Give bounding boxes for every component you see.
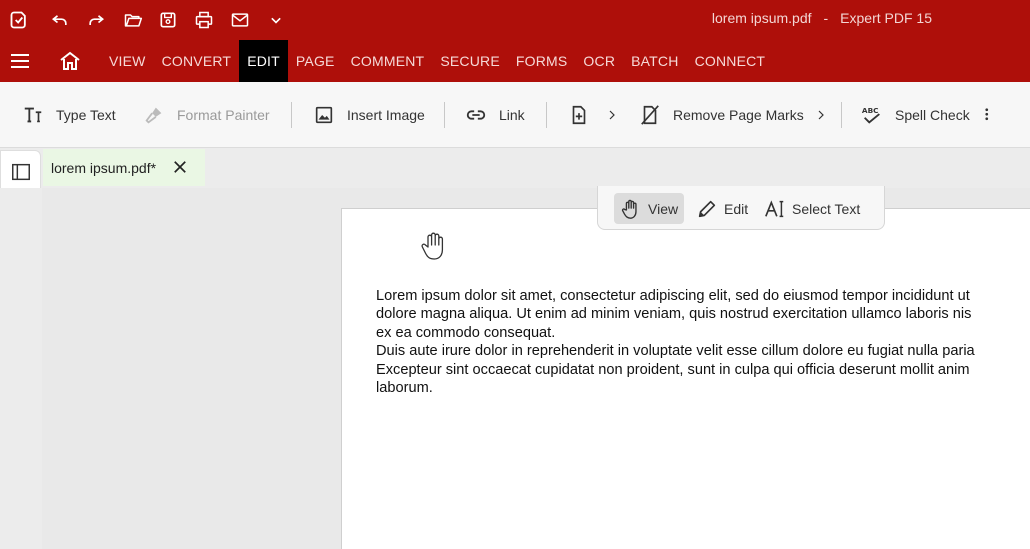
document-tab[interactable]: lorem ipsum.pdf* [43,149,205,186]
text-line: dolore magna aliqua. Ut enim ad minim ve… [376,306,972,323]
type-text-button[interactable]: Type Text [22,102,116,128]
insert-image-button[interactable]: Insert Image [313,102,425,128]
select-text-mode-label: Select Text [792,200,861,217]
edit-mode-label: Edit [724,200,749,217]
chevron-down-icon[interactable] [262,6,290,34]
more-options-icon[interactable] [980,102,998,128]
pdf-page-text: Lorem ipsum dolor sit amet, consectetur … [376,287,1030,397]
pencil-icon [698,200,716,217]
window-title-separator: - [823,10,829,26]
tab-edit[interactable]: EDIT [239,40,288,82]
email-icon[interactable] [226,6,254,34]
undo-icon[interactable] [46,6,74,34]
tab-ocr[interactable]: OCR [575,40,623,82]
tab-forms[interactable]: FORMS [508,40,576,82]
format-painter-button[interactable]: Format Painter [143,102,270,128]
tab-secure[interactable]: SECURE [432,40,508,82]
type-text-label: Type Text [56,107,116,123]
save-icon[interactable] [154,6,182,34]
remove-page-marks-button[interactable]: Remove Page Marks [639,102,804,128]
svg-text:ABC: ABC [862,106,879,115]
link-icon [466,110,486,120]
tab-page[interactable]: PAGE [288,40,343,82]
spell-check-icon: ABC [862,106,880,124]
open-folder-icon[interactable] [119,6,147,34]
ribbon-toolbar: Type Text Format Painter Insert Image Li… [0,82,1030,148]
view-mode-label: View [648,200,679,217]
hand-icon [621,199,637,219]
remove-marks-icon [641,105,659,125]
ribbon-divider [444,102,445,128]
title-bar: lorem ipsum.pdf - Expert PDF 15 [0,0,1030,40]
text-line: Excepteur sint occaecat cupidatat non pr… [376,361,970,378]
add-page-more-chevron-icon[interactable] [604,102,620,128]
tab-batch[interactable]: BATCH [623,40,686,82]
print-icon[interactable] [190,6,218,34]
edit-mode-button[interactable]: Edit [690,193,754,224]
document-tab-title: lorem ipsum.pdf* [51,159,157,176]
window-title: lorem ipsum.pdf - Expert PDF 15 [712,10,932,26]
menu-tabs: VIEW CONVERT EDIT PAGE COMMENT SECURE FO… [101,40,773,82]
ribbon-divider [546,102,547,128]
mode-toolbar: View Edit Select Text [597,186,885,230]
image-icon [315,106,333,124]
add-page-button[interactable] [568,102,602,128]
tab-connect[interactable]: CONNECT [687,40,774,82]
sidebar-panel-icon[interactable] [10,161,32,183]
window-app-name: Expert PDF 15 [840,10,932,26]
format-painter-label: Format Painter [177,107,270,123]
insert-image-label: Insert Image [347,107,425,123]
type-text-icon [24,107,42,123]
text-line: laborum. [376,380,433,397]
remove-page-marks-label: Remove Page Marks [673,107,804,123]
select-text-icon [765,199,784,217]
menu-bar: VIEW CONVERT EDIT PAGE COMMENT SECURE FO… [0,40,1030,82]
view-mode-button[interactable]: View [614,193,685,224]
app-logo-icon[interactable] [5,6,33,34]
link-button[interactable]: Link [465,102,525,128]
text-line: Duis aute irure dolor in reprehenderit i… [376,343,975,360]
redo-icon[interactable] [82,6,110,34]
ribbon-divider [841,102,842,128]
left-gutter [0,188,42,549]
link-label: Link [499,107,525,123]
select-text-mode-button[interactable]: Select Text [758,193,866,224]
hand-cursor-icon [419,230,449,262]
tab-view[interactable]: VIEW [101,40,154,82]
hamburger-menu-icon[interactable] [8,49,32,73]
remove-marks-more-chevron-icon[interactable] [813,102,829,128]
spell-check-button[interactable]: ABC Spell Check [861,102,970,128]
ribbon-divider [291,102,292,128]
tab-comment[interactable]: COMMENT [343,40,433,82]
text-line: ex ea commodo consequat. [376,324,556,341]
window-file-name: lorem ipsum.pdf [711,10,812,26]
home-icon[interactable] [58,49,82,73]
add-page-icon [572,105,586,125]
tab-convert[interactable]: CONVERT [154,40,240,82]
text-line: Lorem ipsum dolor sit amet, consectetur … [376,288,970,304]
spell-check-label: Spell Check [895,107,970,123]
close-icon[interactable] [171,158,189,176]
brush-icon [145,107,162,124]
